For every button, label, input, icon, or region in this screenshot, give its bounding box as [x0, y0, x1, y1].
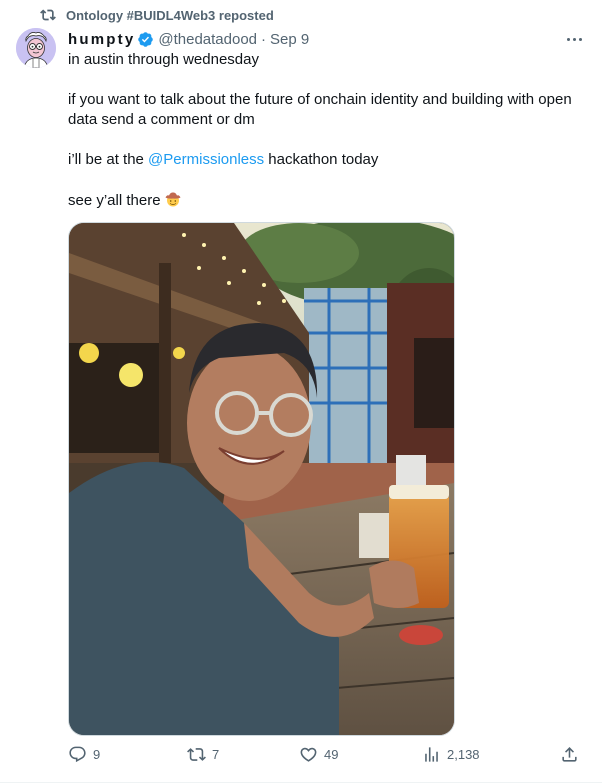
cowboy-face-emoji: [165, 192, 181, 207]
more-dot-icon: [578, 37, 582, 41]
tweet-header: humpty @thedatadood · Sep 9: [68, 29, 586, 49]
timestamp[interactable]: Sep 9: [270, 31, 309, 48]
share-button[interactable]: [560, 745, 579, 764]
separator: ·: [261, 30, 267, 48]
reply-count: 9: [93, 747, 101, 762]
repost-button[interactable]: 7: [187, 745, 219, 764]
tweet-photo[interactable]: [68, 222, 455, 736]
avatar[interactable]: [16, 28, 56, 68]
analytics-icon: [425, 747, 438, 762]
share-icon: [562, 747, 577, 762]
tweet-line: i’ll be at the @Permissionless hackathon…: [68, 150, 586, 170]
tweet-line: in austin through wednesday: [68, 51, 259, 68]
like-button[interactable]: 49: [299, 745, 338, 764]
author-name[interactable]: humpty: [68, 31, 135, 48]
tweet-text: in austin through wednesday if you want …: [68, 50, 586, 211]
tweet-line: see y’all there: [68, 190, 586, 211]
repost-icon: [40, 9, 56, 21]
more-dot-icon: [566, 37, 570, 41]
reply-button[interactable]: 9: [68, 745, 100, 764]
like-count: 49: [324, 747, 339, 762]
repost-indicator[interactable]: Ontology #BUIDL4Web3 reposted: [40, 7, 274, 23]
view-count: 2,138: [447, 747, 480, 762]
verified-badge-icon[interactable]: [137, 31, 154, 48]
repost-count: 7: [212, 747, 220, 762]
author-handle[interactable]: @thedatadood: [158, 31, 257, 48]
more-dot-icon: [572, 37, 576, 41]
tweet-text-fragment: hackathon today: [264, 151, 379, 168]
more-options-button[interactable]: [562, 27, 586, 51]
reply-icon: [69, 746, 86, 763]
mention-link[interactable]: @Permissionless: [148, 151, 264, 168]
tweet-text-fragment: see y’all there: [68, 192, 161, 209]
tweet-line: if you want to talk about the future of …: [68, 91, 572, 128]
avatar-illustration: [16, 28, 56, 68]
tweet-text-fragment: i’ll be at the: [68, 151, 149, 168]
views-button[interactable]: 2,138: [422, 745, 480, 764]
repost-label: Ontology #BUIDL4Web3 reposted: [66, 7, 274, 23]
photo-scene: [69, 223, 454, 735]
repost-icon: [187, 748, 206, 761]
heart-icon: [300, 747, 317, 762]
action-bar: 9 7 49 2,138: [62, 745, 588, 769]
